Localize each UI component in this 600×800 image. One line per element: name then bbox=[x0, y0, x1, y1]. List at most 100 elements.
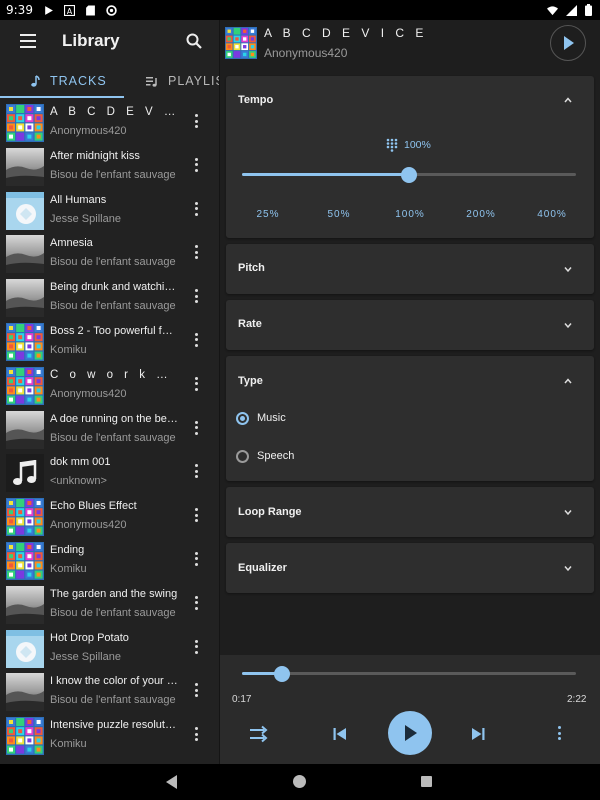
album-art-grid bbox=[6, 366, 44, 405]
rate-card[interactable]: Rate bbox=[226, 300, 594, 350]
now-playing-title: A B C D E V I C E bbox=[264, 26, 428, 40]
tempo-slider[interactable] bbox=[242, 166, 576, 183]
track-row[interactable]: All Humans Jesse Spillane bbox=[0, 189, 219, 233]
play-button[interactable] bbox=[388, 711, 432, 755]
radio-music[interactable] bbox=[236, 412, 249, 425]
skip-previous-icon[interactable] bbox=[333, 727, 347, 741]
recents-icon[interactable] bbox=[421, 776, 432, 787]
loop-range-title: Loop Range bbox=[238, 506, 302, 518]
track-list: A B C D E V I C E Anonymous420 After mid… bbox=[0, 101, 219, 758]
track-row[interactable]: Boss 2 - Too powerful for you Komiku bbox=[0, 320, 219, 364]
track-title: All Humans bbox=[50, 193, 107, 206]
tempo-value: 100% bbox=[386, 138, 431, 152]
mini-play-button[interactable] bbox=[550, 25, 586, 61]
track-more-icon[interactable] bbox=[193, 551, 199, 568]
track-more-icon[interactable] bbox=[193, 420, 199, 437]
track-more-icon[interactable] bbox=[193, 595, 199, 612]
radio-speech-label[interactable]: Speech bbox=[257, 450, 294, 462]
home-icon[interactable] bbox=[293, 775, 306, 788]
track-row[interactable]: Amnesia Bisou de l'enfant sauvage bbox=[0, 232, 219, 276]
track-artwork bbox=[6, 673, 44, 712]
font-notification-icon: A bbox=[63, 4, 75, 16]
album-art-grid bbox=[6, 541, 44, 580]
sd-card-icon bbox=[86, 5, 95, 15]
tempo-slider-thumb[interactable] bbox=[401, 166, 417, 183]
more-options-icon[interactable] bbox=[556, 726, 562, 742]
track-artwork bbox=[6, 585, 44, 624]
tab-tracks-label: TRACKS bbox=[50, 74, 107, 88]
seek-bar[interactable] bbox=[242, 665, 576, 682]
album-art-landscape bbox=[6, 235, 44, 274]
now-playing-header[interactable]: A B C D E V I C E Anonymous420 bbox=[220, 20, 600, 68]
track-artwork bbox=[6, 279, 44, 318]
back-icon[interactable] bbox=[166, 775, 177, 789]
chevron-down-icon bbox=[564, 323, 572, 329]
battery-icon bbox=[585, 4, 592, 16]
track-row[interactable]: Ending Komiku bbox=[0, 539, 219, 583]
track-row[interactable]: Echo Blues Effect Anonymous420 bbox=[0, 495, 219, 539]
menu-icon[interactable] bbox=[20, 34, 36, 48]
equalizer-card[interactable]: Equalizer bbox=[226, 543, 594, 593]
track-more-icon[interactable] bbox=[193, 727, 199, 743]
track-title: Hot Drop Potato bbox=[50, 631, 129, 644]
tempo-tick-label[interactable]: 200% bbox=[461, 209, 501, 220]
album-art-grid bbox=[6, 498, 44, 537]
track-more-icon[interactable] bbox=[193, 289, 199, 305]
track-artist: Jesse Spillane bbox=[50, 212, 121, 225]
radio-speech[interactable] bbox=[236, 450, 249, 463]
track-title: Being drunk and watching the ocean bbox=[50, 281, 178, 294]
data-saver-icon bbox=[106, 4, 117, 16]
seek-bar-thumb[interactable] bbox=[274, 665, 291, 682]
track-title: C o w o r k P a r t y bbox=[50, 368, 178, 381]
track-title: Intensive puzzle resolution bbox=[50, 719, 178, 732]
track-row[interactable]: I know the color of your eyes Bisou de l… bbox=[0, 670, 219, 714]
track-more-icon[interactable] bbox=[193, 245, 199, 261]
now-playing-artist: Anonymous420 bbox=[264, 46, 348, 60]
track-more-icon[interactable] bbox=[193, 683, 199, 699]
play-icon bbox=[564, 36, 574, 50]
tab-tracks[interactable]: TRACKS bbox=[30, 64, 107, 98]
track-more-icon[interactable] bbox=[193, 639, 199, 656]
tempo-value-label: 100% bbox=[404, 139, 431, 151]
tempo-tick-label[interactable]: 100% bbox=[390, 209, 430, 220]
track-artist: Anonymous420 bbox=[50, 387, 127, 400]
track-artwork bbox=[6, 104, 44, 142]
page-title: Library bbox=[62, 31, 120, 50]
track-more-icon[interactable] bbox=[193, 376, 199, 393]
track-more-icon[interactable] bbox=[193, 332, 199, 349]
chevron-up-icon[interactable] bbox=[564, 377, 572, 385]
track-row[interactable]: A B C D E V I C E Anonymous420 bbox=[0, 101, 219, 145]
track-row[interactable]: C o w o r k P a r t y Anonymous420 bbox=[0, 364, 219, 408]
shuffle-icon[interactable] bbox=[249, 725, 271, 743]
track-artist: Komiku bbox=[50, 738, 87, 751]
track-row[interactable]: The garden and the swing Bisou de l'enfa… bbox=[0, 583, 219, 627]
track-more-icon[interactable] bbox=[193, 201, 199, 218]
radio-music-label[interactable]: Music bbox=[257, 412, 286, 424]
pitch-title: Pitch bbox=[238, 262, 265, 274]
chevron-up-icon[interactable] bbox=[564, 96, 572, 104]
track-more-icon[interactable] bbox=[193, 114, 199, 130]
track-more-icon[interactable] bbox=[193, 508, 199, 524]
tempo-tick-label[interactable]: 50% bbox=[319, 209, 359, 220]
track-row[interactable]: After midnight kiss Bisou de l'enfant sa… bbox=[0, 145, 219, 189]
active-tab-indicator bbox=[0, 96, 124, 98]
track-row[interactable]: Being drunk and watching the ocean Bisou… bbox=[0, 276, 219, 320]
track-row[interactable]: Intensive puzzle resolution Komiku bbox=[0, 714, 219, 758]
skip-next-icon[interactable] bbox=[471, 727, 485, 741]
tempo-tick-label[interactable]: 400% bbox=[532, 209, 572, 220]
track-more-icon[interactable] bbox=[193, 464, 199, 480]
tab-playlists-label: PLAYLISTS bbox=[168, 74, 219, 88]
track-artist: Komiku bbox=[50, 562, 87, 575]
search-icon[interactable] bbox=[186, 33, 202, 49]
pitch-card[interactable]: Pitch bbox=[226, 244, 594, 294]
track-row[interactable]: A doe running on the beach Bisou de l'en… bbox=[0, 408, 219, 452]
tempo-card: Tempo 100% 25% 50% 100% 200% 400% bbox=[226, 76, 594, 238]
track-artwork bbox=[6, 366, 44, 405]
loop-range-card[interactable]: Loop Range bbox=[226, 487, 594, 537]
tab-playlists[interactable]: PLAYLISTS bbox=[146, 64, 219, 98]
tempo-tick-label[interactable]: 25% bbox=[248, 209, 288, 220]
track-artist: <unknown> bbox=[50, 475, 107, 488]
track-row[interactable]: Hot Drop Potato Jesse Spillane bbox=[0, 627, 219, 671]
track-row[interactable]: dok mm 001 <unknown> bbox=[0, 451, 219, 495]
track-more-icon[interactable] bbox=[193, 157, 199, 174]
